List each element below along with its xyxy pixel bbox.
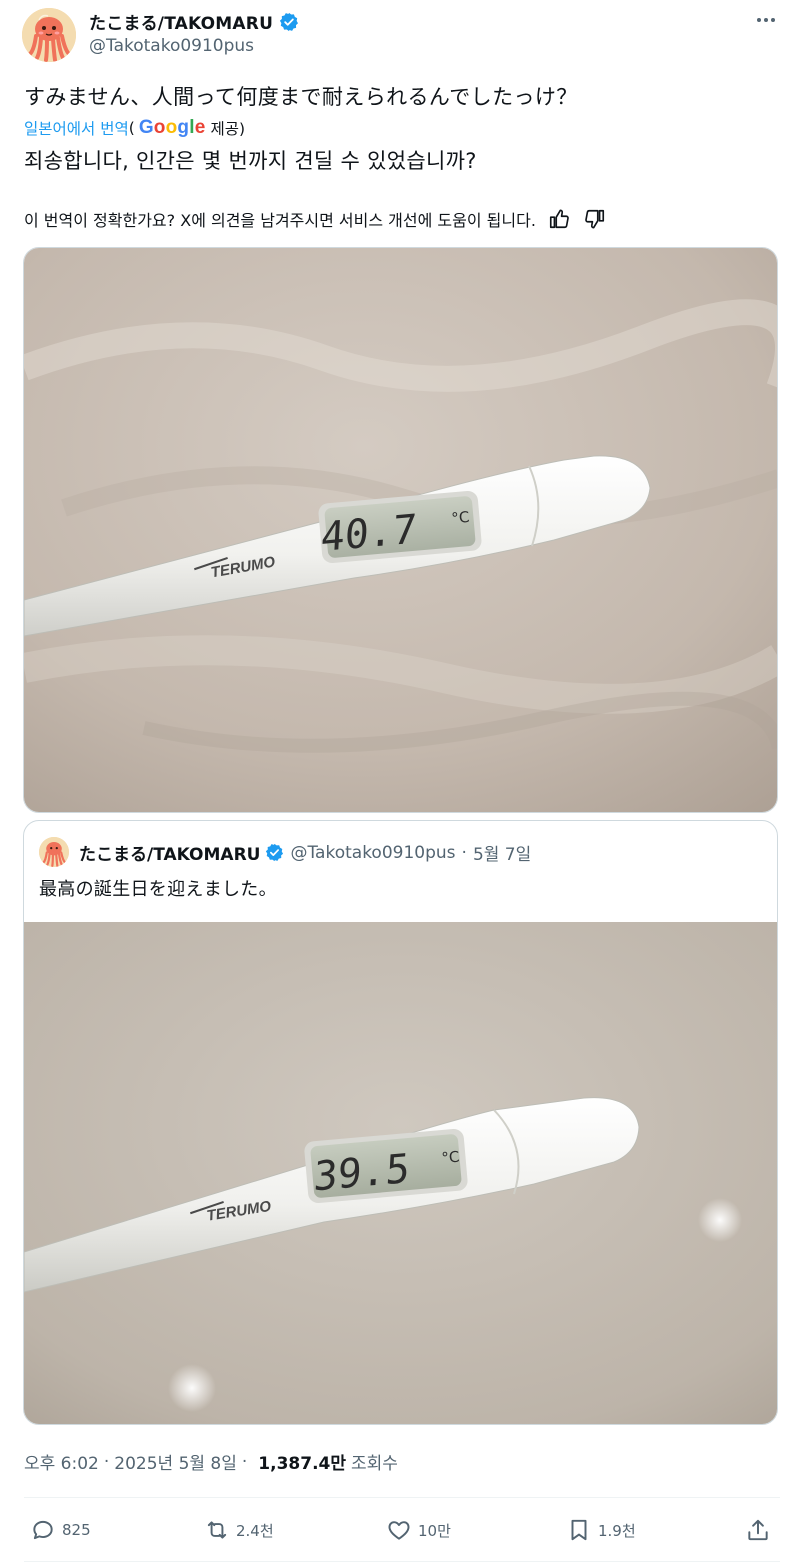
bookmark-button[interactable]: 1.9천 — [566, 1512, 636, 1548]
thermometer-unit: °C — [451, 508, 470, 527]
feedback-text: 이 번역이 정확한가요? X에 의견을 남겨주시면 서비스 개선에 도움이 됩니… — [24, 211, 536, 230]
octopus-avatar-icon — [22, 8, 76, 62]
quote-avatar — [39, 837, 69, 867]
post-original-text: すみません、人間って何度まで耐えられるんでしたっけ？ — [24, 85, 578, 109]
bookmark-count: 1.9천 — [598, 1521, 636, 1540]
translation-feedback: 이 번역이 정확한가요? X에 의견을 남겨주시면 서비스 개선에 도움이 됩니… — [24, 207, 606, 231]
like-button[interactable]: 10만 — [386, 1512, 451, 1548]
thermometer-reading: 39.5 — [313, 1146, 411, 1201]
octopus-avatar-icon — [39, 837, 69, 867]
verified-badge-icon — [279, 12, 299, 31]
quote-date: 5월 7일 — [472, 845, 532, 865]
post-photo[interactable]: 40.7 °C TERUMO — [23, 247, 778, 813]
repost-count: 2.4천 — [236, 1521, 274, 1540]
open-paren: ( — [128, 119, 135, 137]
repost-icon — [207, 1521, 227, 1539]
author-handle[interactable]: @Takotako0910pus — [89, 36, 254, 56]
share-button[interactable] — [745, 1512, 771, 1548]
author-name-row: たこまる/TAKOMARU — [89, 9, 299, 34]
more-dot-icon — [764, 18, 768, 22]
more-dot-icon — [771, 18, 775, 22]
thumbs-down-icon[interactable] — [584, 208, 606, 230]
post-translated-text: 죄송합니다, 인간은 몇 번까지 견딜 수 있었습니까? — [24, 149, 477, 173]
quote-handle: @Takotako0910pus — [290, 842, 456, 863]
quote-separator: · — [461, 842, 467, 863]
author-display-name[interactable]: たこまる/TAKOMARU — [89, 9, 273, 34]
quoted-tweet[interactable]: たこまる/TAKOMARU @Takotako0910pus · 5월 7일 最… — [23, 820, 778, 1425]
thermometer-reading: 40.7 — [320, 507, 418, 562]
post-time[interactable]: 오후 6:02 — [24, 1449, 99, 1474]
quote-photo[interactable]: 39.5 °C TERUMO — [24, 922, 777, 1424]
avatar[interactable] — [22, 8, 76, 62]
google-logo: Google — [138, 117, 206, 138]
views-count: 1,387.4만 — [258, 1454, 346, 1474]
views-label: 조회수 — [351, 1454, 398, 1474]
bookmark-icon — [571, 1519, 587, 1541]
reply-button[interactable]: 825 — [30, 1512, 91, 1548]
heart-icon — [388, 1521, 410, 1540]
thermometer-unit: °C — [441, 1148, 460, 1167]
meta-separator: · — [103, 1451, 110, 1472]
post-date[interactable]: 2025년 5월 8일 — [114, 1449, 237, 1474]
divider — [24, 1497, 780, 1498]
verified-badge-icon — [266, 843, 284, 862]
quote-display-name: たこまる/TAKOMARU — [79, 845, 261, 865]
like-count: 10만 — [418, 1521, 451, 1540]
translated-from-link[interactable]: 일본어에서 번역 — [24, 117, 129, 139]
thermometer-photo: 40.7 °C TERUMO — [24, 248, 777, 812]
meta-separator: · — [241, 1451, 248, 1472]
action-bar: 825 2.4천 10만 1.9천 — [24, 1512, 780, 1548]
provider-suffix: 제공) — [210, 120, 246, 138]
reply-count: 825 — [62, 1521, 91, 1539]
post-meta: 오후 6:02 · 2025년 5월 8일 · 1,387.4만 조회수 — [24, 1449, 398, 1475]
quote-header: たこまる/TAKOMARU @Takotako0910pus · 5월 7일 — [79, 840, 532, 866]
tweet-detail: たこまる/TAKOMARU @Takotako0910pus すみません、人間っ… — [0, 0, 804, 1562]
more-dot-icon — [757, 18, 761, 22]
share-icon — [748, 1519, 768, 1541]
thermometer-photo: 39.5 °C TERUMO — [24, 922, 777, 1424]
repost-button[interactable]: 2.4천 — [204, 1512, 274, 1548]
translation-attribution: 일본어에서 번역 ( Google 제공) — [24, 117, 245, 139]
thumbs-up-icon[interactable] — [548, 208, 570, 230]
reply-icon — [33, 1520, 53, 1540]
more-options-button[interactable] — [752, 8, 780, 32]
quote-text: 最高の誕生日を迎えました。 — [39, 879, 277, 900]
